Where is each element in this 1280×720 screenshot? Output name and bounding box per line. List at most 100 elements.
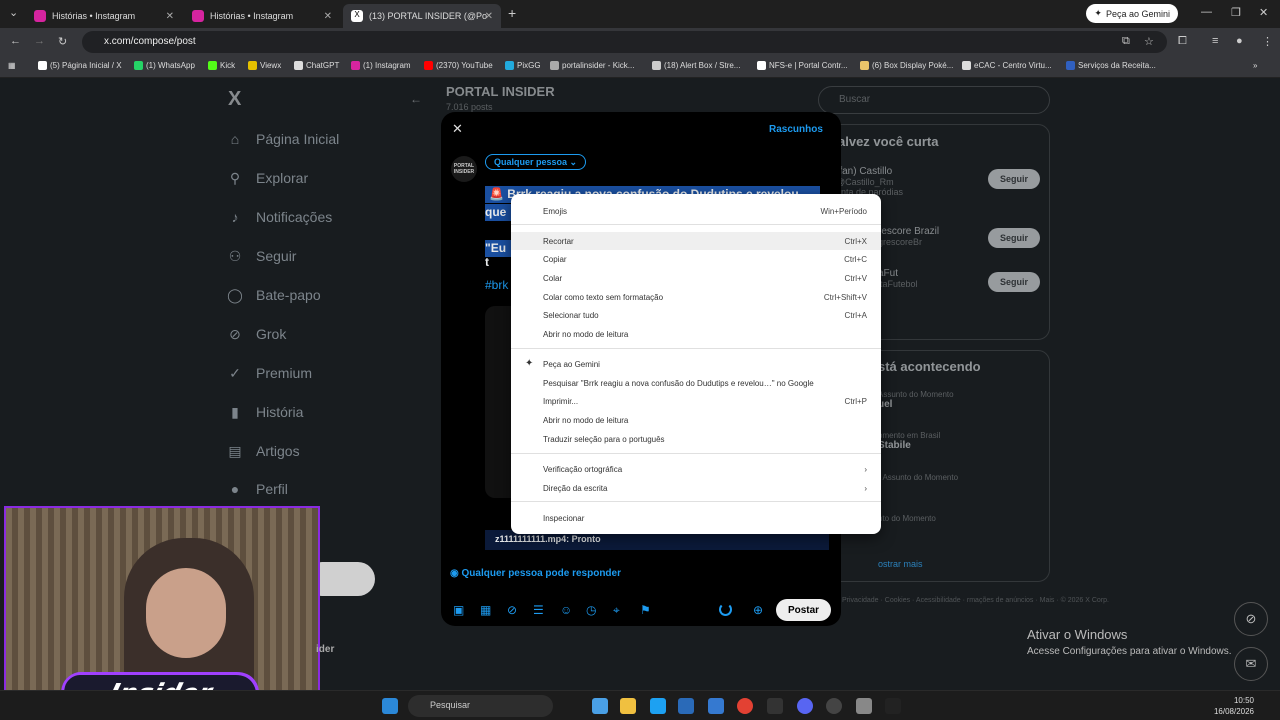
flag-icon[interactable]: ⚑: [640, 603, 651, 617]
messages-fab-icon[interactable]: ✉: [1234, 647, 1268, 681]
tab-2[interactable]: Histórias • Instagram ✕: [184, 4, 340, 28]
url-text: x.com/compose/post: [104, 36, 196, 47]
apps-icon[interactable]: ▦: [8, 61, 16, 70]
emoji-icon[interactable]: ☺: [560, 603, 572, 617]
menu-item-reading-mode[interactable]: Abrir no modo de leitura: [543, 325, 867, 343]
menu-item-cut[interactable]: Recortar Ctrl+X: [511, 232, 881, 250]
bookmark-item[interactable]: eCAC - Centro Virtu...: [962, 61, 1052, 70]
audience-selector[interactable]: Qualquer pessoa ⌄: [485, 154, 587, 170]
add-post-icon[interactable]: ⊕: [753, 603, 763, 617]
menu-icon[interactable]: ⋮: [1262, 35, 1273, 48]
tab-title: Histórias • Instagram: [210, 11, 294, 21]
bookmark-star-icon[interactable]: ☆: [1144, 35, 1154, 48]
address-bar[interactable]: x.com/compose/post: [82, 31, 1167, 53]
reading-list-icon[interactable]: ≡: [1212, 35, 1218, 47]
gemini-icon: ✦: [1094, 8, 1102, 18]
maximize-icon[interactable]: ❐: [1231, 6, 1241, 19]
bookmark-item[interactable]: PixGG: [505, 61, 541, 70]
obs-icon[interactable]: [826, 698, 842, 714]
calculator-icon[interactable]: [678, 698, 694, 714]
selected-text-line[interactable]: "Eu t: [485, 240, 511, 269]
bookmark-item[interactable]: Serviços da Receita...: [1066, 61, 1156, 70]
forward-icon[interactable]: →: [34, 35, 45, 47]
bookmark-item[interactable]: (1) Instagram: [351, 61, 411, 70]
bookmark-item[interactable]: Kick: [208, 61, 235, 70]
menu-item-spellcheck[interactable]: Verificação ortográfica ›: [543, 460, 867, 478]
back-icon[interactable]: ←: [10, 35, 21, 47]
menu-separator: [511, 501, 881, 502]
grok-fab-icon[interactable]: ⊘: [1234, 602, 1268, 636]
reload-icon[interactable]: ↻: [58, 35, 67, 48]
install-icon[interactable]: ⧉: [1122, 35, 1130, 48]
minimize-icon[interactable]: —: [1201, 6, 1212, 18]
capcut-2-icon[interactable]: [885, 698, 901, 714]
hashtag-text[interactable]: #brk: [485, 278, 508, 292]
document-icon: [757, 61, 766, 70]
chevron-right-icon: ›: [864, 464, 867, 474]
bookmark-item[interactable]: (5) Página Inicial / X: [38, 61, 122, 70]
tab-1[interactable]: Histórias • Instagram ✕: [26, 4, 182, 28]
poll-icon[interactable]: ☰: [533, 603, 544, 617]
bookmark-item[interactable]: ChatGPT: [294, 61, 339, 70]
gif-icon[interactable]: ▦: [480, 603, 491, 617]
browser-tabstrip: ⌄ Histórias • Instagram ✕ Histórias • In…: [0, 0, 1280, 28]
copilot-icon[interactable]: [592, 698, 608, 714]
bookmark-item[interactable]: portalinsider - Kick...: [550, 61, 634, 70]
bookmark-item[interactable]: NFS-e | Portal Contr...: [757, 61, 848, 70]
close-icon[interactable]: ✕: [452, 121, 463, 137]
close-tab-icon[interactable]: ✕: [485, 11, 493, 22]
menu-separator: [511, 453, 881, 454]
menu-item-gemini[interactable]: Peça ao Gemini: [543, 355, 867, 373]
edge-icon[interactable]: [650, 698, 666, 714]
selected-text-line[interactable]: que: [485, 204, 511, 221]
reply-settings[interactable]: ◉ Qualquer pessoa pode responder: [450, 568, 621, 579]
menu-item-reading-mode-2[interactable]: Abrir no modo de leitura: [543, 411, 867, 429]
bookmark-item[interactable]: (1) WhatsApp: [134, 61, 195, 70]
menu-item-copy[interactable]: Copiar Ctrl+C: [543, 250, 867, 268]
menu-item-writing-direction[interactable]: Direção da escrita ›: [543, 479, 867, 497]
bookmark-item[interactable]: Viewx: [248, 61, 281, 70]
tab-list-icon[interactable]: ⌄: [9, 6, 18, 19]
image-icon[interactable]: ▣: [453, 603, 464, 617]
menu-item-translate[interactable]: Traduzir seleção para o português: [543, 430, 867, 448]
avatar: PORTAL INSIDER: [451, 156, 477, 182]
snipping-tool-icon[interactable]: [856, 698, 872, 714]
viewx-icon: [248, 61, 257, 70]
menu-item-search-google[interactable]: Pesquisar "Brrk reagiu a nova confusão d…: [543, 374, 867, 392]
menu-item-print[interactable]: Imprimir... Ctrl+P: [543, 392, 867, 410]
windows-activation-watermark: Ativar o Windows Acesse Configurações pa…: [1027, 627, 1232, 657]
gemini-button[interactable]: ✦ Peça ao Gemini: [1086, 4, 1178, 23]
menu-item-paste[interactable]: Colar Ctrl+V: [543, 269, 867, 287]
menu-item-inspect[interactable]: Inspecionar: [543, 509, 867, 527]
more-bookmarks-icon[interactable]: »: [1253, 61, 1257, 70]
media-preview[interactable]: [485, 306, 513, 498]
system-clock[interactable]: 10:50 16/08/2026: [1214, 695, 1254, 717]
kick-icon: [208, 61, 217, 70]
grok-icon[interactable]: ⊘: [507, 603, 517, 617]
chrome-icon[interactable]: [737, 698, 753, 714]
capcut-icon[interactable]: [767, 698, 783, 714]
outlook-icon[interactable]: [708, 698, 724, 714]
menu-item-select-all[interactable]: Selecionar tudo Ctrl+A: [543, 306, 867, 324]
extensions-icon[interactable]: ⧠: [1178, 35, 1187, 48]
menu-item-paste-plain[interactable]: Colar como texto sem formatação Ctrl+Shif…: [543, 288, 867, 306]
windows-start-icon[interactable]: [382, 698, 398, 714]
ecac-icon: [962, 61, 971, 70]
location-icon[interactable]: ⌖: [613, 603, 620, 618]
file-explorer-icon[interactable]: [620, 698, 636, 714]
post-button[interactable]: Postar: [776, 599, 831, 621]
bookmark-item[interactable]: (18) Alert Box / Stre...: [652, 61, 740, 70]
close-tab-icon[interactable]: ✕: [166, 11, 174, 22]
tab-3-active[interactable]: X (13) PORTAL INSIDER (@Po ✕: [343, 4, 501, 28]
close-window-icon[interactable]: ✕: [1259, 6, 1268, 19]
profile-avatar-icon[interactable]: ●: [1236, 35, 1243, 47]
schedule-icon[interactable]: ◷: [586, 603, 596, 617]
bookmark-item[interactable]: (2370) YouTube: [424, 61, 493, 70]
menu-item-emojis[interactable]: Emojis Win+Período: [543, 202, 867, 220]
close-tab-icon[interactable]: ✕: [324, 11, 332, 22]
new-tab-icon[interactable]: +: [508, 5, 516, 21]
bookmark-item[interactable]: (6) Box Display Poké...: [860, 61, 953, 70]
discord-icon[interactable]: [797, 698, 813, 714]
drafts-link[interactable]: Rascunhos: [769, 124, 823, 135]
taskbar-search[interactable]: Pesquisar: [408, 695, 553, 717]
